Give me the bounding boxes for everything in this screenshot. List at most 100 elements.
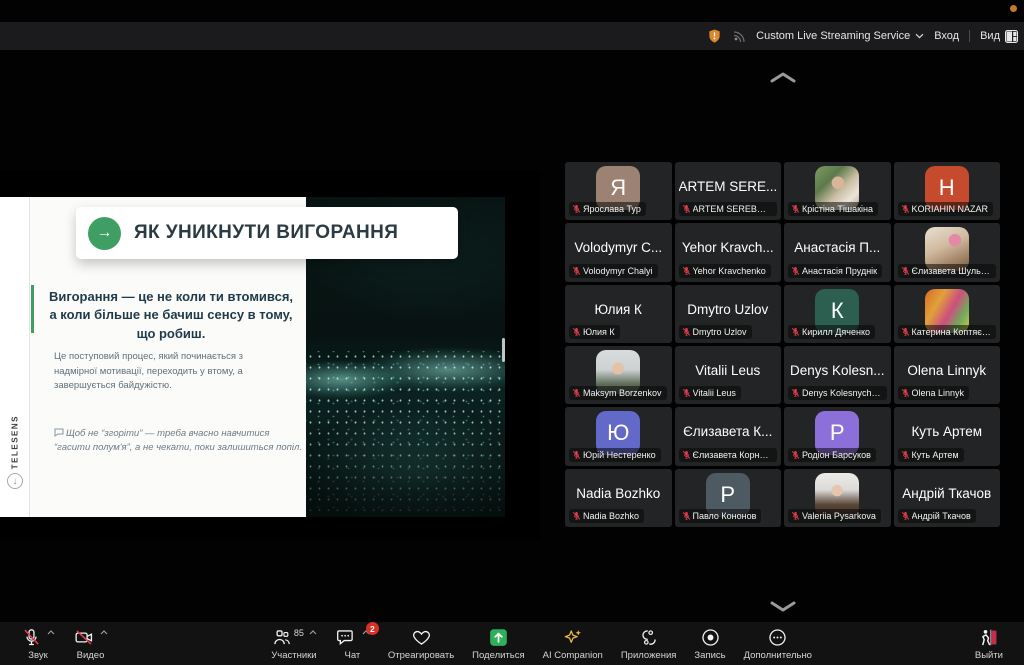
scroll-down-icon: ↓ <box>7 473 23 489</box>
toolbar-participants-button[interactable]: 85Участники <box>262 626 326 661</box>
participant-label: Olena Linnyk <box>898 386 970 400</box>
participant-label-text: Nadia Bozhko <box>583 511 639 521</box>
expand-gallery-button[interactable] <box>763 598 803 616</box>
slide-lead-text: Вигорання — це не коли ти втомився, а ко… <box>44 288 298 343</box>
participant-label-text: Єлизавета Шульцева <box>912 266 992 276</box>
participant-name-large: Анастасія П... <box>788 240 887 255</box>
streaming-service-label: Custom Live Streaming Service <box>756 30 910 42</box>
toolbar-apps-button[interactable]: Приложения <box>612 626 686 661</box>
toolbar-leave-button[interactable]: Выйти <box>966 626 1012 661</box>
avatar-letter: Р <box>830 420 845 446</box>
mic-muted-icon <box>901 266 910 276</box>
toolbar-audio-button[interactable]: Звук <box>12 626 64 661</box>
toolbar-share-button[interactable]: Поделиться <box>463 626 533 661</box>
participant-tile[interactable]: Катерина Коптяєва <box>894 285 1001 343</box>
slide-side-strip: TELESENS ↓ <box>0 197 30 517</box>
participant-tile[interactable]: Єлизавета Шульцева <box>894 223 1001 281</box>
participant-name-large: Єлизавета К... <box>679 424 778 439</box>
participant-name-large: Юлия К <box>569 302 668 317</box>
toolbar-more-button[interactable]: Дополнительно <box>735 626 821 661</box>
participant-tile[interactable]: ARTEM SERE...ARTEM SEREBRIANS... <box>675 162 782 220</box>
toolbar-ai-button[interactable]: AI Companion <box>534 626 612 661</box>
mic-muted-icon <box>682 450 691 460</box>
toolbar-video-button[interactable]: Видео <box>64 626 117 661</box>
avatar-letter: H <box>939 175 955 201</box>
more-icon <box>767 627 788 648</box>
slide-title: ЯК УНИКНУТИ ВИГОРАННЯ <box>134 222 398 244</box>
participant-name-large: Андрій Ткачов <box>898 486 997 501</box>
layout-view-icon <box>1005 30 1018 43</box>
apps-icon <box>638 627 659 648</box>
mic-muted-icon <box>572 204 581 214</box>
video-scrollbar-thumb[interactable] <box>502 338 505 362</box>
participant-label: Катерина Коптяєва <box>898 325 997 339</box>
participant-tile[interactable]: Vitalii LeusVitalii Leus <box>675 346 782 404</box>
participant-label: KORIAHIN NAZAR <box>898 202 994 216</box>
participant-label: Nadia Bozhko <box>569 509 644 523</box>
toolbar-chat-button[interactable]: 2Чат <box>326 626 379 661</box>
participants-count: 85 <box>294 628 304 638</box>
participant-label: Valeriia Pysarkova <box>788 509 881 523</box>
mic-muted-icon <box>901 204 910 214</box>
participant-tile[interactable]: Denys Kolesn...Denys Kolesnychenko <box>784 346 891 404</box>
shared-screen-video[interactable]: TELESENS ↓ → ЯК УНИКНУТИ ВИГОРАННЯ Вигор… <box>0 170 540 540</box>
participant-tile[interactable]: Maksym Borzenkov <box>565 346 672 404</box>
toolbar-label: Выйти <box>975 650 1003 661</box>
participant-tile[interactable]: Volodymyr C...Volodymyr Chalyi <box>565 223 672 281</box>
toolbar-label: Звук <box>28 650 47 661</box>
participant-label-text: KORIAHIN NAZAR <box>912 204 989 214</box>
participant-tile[interactable]: Р Родіон Барсуков <box>784 407 891 465</box>
participant-tile[interactable]: ЮЮрій Нестеренко <box>565 407 672 465</box>
participant-tile[interactable]: Olena LinnykOlena Linnyk <box>894 346 1001 404</box>
participant-tile[interactable]: ЯЯрослава Тур <box>565 162 672 220</box>
login-button[interactable]: Вход <box>934 30 959 42</box>
participant-tile[interactable]: Valeriia Pysarkova <box>784 469 891 527</box>
participant-label: ARTEM SEREBRIANS... <box>679 202 778 216</box>
toolbar-label: Чат <box>345 650 361 661</box>
mic-muted-icon <box>791 388 800 398</box>
participant-name-large: Куть Артем <box>898 424 997 439</box>
participant-label: Родіон Барсуков <box>788 448 876 462</box>
speech-bubble-icon <box>54 428 64 437</box>
participant-tile[interactable]: H KORIAHIN NAZAR <box>894 162 1001 220</box>
toolbar-record-button[interactable]: Запись <box>685 626 734 661</box>
participant-tile[interactable]: Юлия КЮлия К <box>565 285 672 343</box>
chat-icon <box>335 627 357 648</box>
participant-label-text: Dmytro Uzlov <box>693 327 747 337</box>
participant-tile[interactable]: Єлизавета К...Єлизавета Корнєєва <box>675 407 782 465</box>
participant-label: Yehor Kravchenko <box>679 264 771 278</box>
avatar-letter: Я <box>610 175 626 201</box>
participant-tile[interactable]: Крістіна Тішакіна <box>784 162 891 220</box>
participant-label-text: Родіон Барсуков <box>802 450 871 460</box>
participant-label: Кирилл Дяченко <box>788 325 875 339</box>
toolbar-label: Отреагировать <box>388 650 454 661</box>
presentation-slide: TELESENS ↓ → ЯК УНИКНУТИ ВИГОРАННЯ Вигор… <box>0 197 505 517</box>
toolbar-react-button[interactable]: Отреагировать <box>379 626 463 661</box>
top-bar: Custom Live Streaming Service Вход Вид <box>0 22 1024 50</box>
participant-tile[interactable]: Куть АртемКуть Артем <box>894 407 1001 465</box>
streaming-service-menu[interactable]: Custom Live Streaming Service <box>756 30 924 42</box>
participant-label-text: Volodymyr Chalyi <box>583 266 653 276</box>
participant-tile[interactable]: Yehor Kravch...Yehor Kravchenko <box>675 223 782 281</box>
participant-label: Юрій Нестеренко <box>569 448 661 462</box>
participant-label-text: Катерина Коптяєва <box>912 327 992 337</box>
participant-label: Крістіна Тішакіна <box>788 202 878 216</box>
participant-label-text: Анастасія Пруднік <box>802 266 877 276</box>
participant-label-text: Павло Кононов <box>693 511 757 521</box>
participant-tile[interactable]: ККирилл Дяченко <box>784 285 891 343</box>
mic-muted-icon <box>791 511 800 521</box>
mic-muted-icon <box>572 266 581 276</box>
mic-muted-icon <box>791 450 800 460</box>
participant-tile[interactable]: Nadia BozhkoNadia Bozhko <box>565 469 672 527</box>
participant-tile[interactable]: Андрій ТкачовАндрій Ткачов <box>894 469 1001 527</box>
participant-tile[interactable]: РПавло Кононов <box>675 469 782 527</box>
slide-quote: Щоб не “згоріти” — треба вчасно навчитис… <box>54 427 304 456</box>
caret-up-icon <box>47 630 55 635</box>
mic-muted-icon <box>901 388 910 398</box>
participant-tile[interactable]: Dmytro UzlovDmytro Uzlov <box>675 285 782 343</box>
live-stream-icon <box>732 30 746 43</box>
participant-tile[interactable]: Анастасія П... Анастасія Пруднік <box>784 223 891 281</box>
view-button[interactable]: Вид <box>980 30 1018 43</box>
collapse-gallery-button[interactable] <box>763 68 803 86</box>
mic-muted-icon <box>572 388 581 398</box>
